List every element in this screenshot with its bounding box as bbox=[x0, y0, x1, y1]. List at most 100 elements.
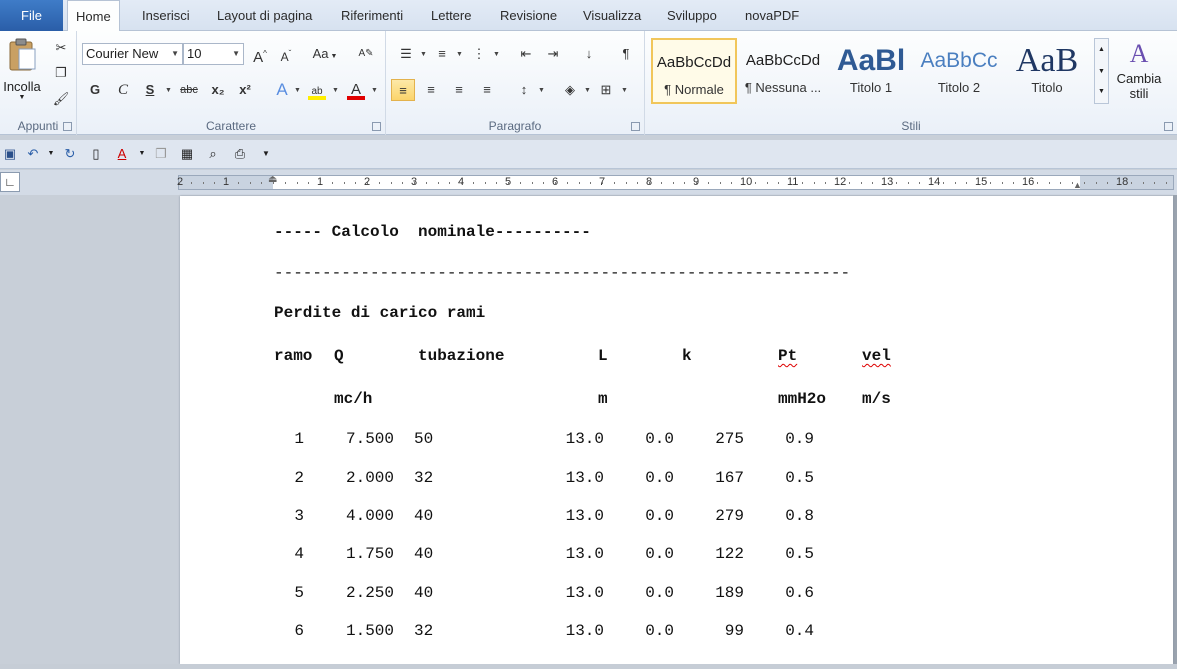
cut-icon[interactable]: ✂ bbox=[49, 37, 73, 59]
dialog-launcher-icon[interactable] bbox=[1164, 122, 1173, 131]
tab-novapdf[interactable]: novaPDF bbox=[737, 0, 807, 31]
tab-references[interactable]: Riferimenti bbox=[333, 0, 411, 31]
borders-icon[interactable]: ⊞ bbox=[594, 79, 618, 101]
style-name: ¶ Nessuna ... bbox=[744, 80, 822, 95]
copy-icon[interactable]: ❐ bbox=[153, 146, 169, 162]
change-styles-label: Cambia stili bbox=[1116, 71, 1162, 101]
italic-button[interactable]: C bbox=[111, 79, 135, 101]
sort-icon[interactable]: ↓ bbox=[577, 43, 601, 65]
ruler-tick bbox=[1119, 182, 1120, 184]
ruler-tick bbox=[731, 182, 732, 184]
customize-toolbar-icon[interactable]: ▼ bbox=[258, 146, 274, 162]
chevron-down-icon[interactable]: ▼ bbox=[538, 87, 545, 94]
font-color-icon[interactable]: A bbox=[114, 146, 130, 162]
redo-icon[interactable]: ↻ bbox=[62, 146, 78, 162]
scrollbar[interactable] bbox=[1173, 195, 1177, 669]
grow-font-button[interactable]: A^ bbox=[248, 43, 272, 66]
tab-view[interactable]: Visualizza bbox=[575, 0, 649, 31]
ruler-tick bbox=[814, 182, 815, 184]
print-icon[interactable]: ⎙ bbox=[232, 146, 248, 162]
font-size-combo[interactable]: 10 ▼ bbox=[183, 43, 244, 65]
style-heading-2[interactable]: AaBbCc Titolo 2 bbox=[916, 38, 1002, 104]
ruler-label: 12 bbox=[834, 176, 847, 188]
superscript-button[interactable]: x² bbox=[233, 79, 257, 101]
multilevel-list-icon[interactable]: ⋮ bbox=[467, 43, 491, 65]
tab-selector-icon[interactable]: ∟ bbox=[0, 172, 20, 192]
strikethrough-button[interactable]: abc bbox=[177, 79, 201, 101]
decrease-indent-icon[interactable]: ⇤ bbox=[514, 43, 538, 65]
copy-icon[interactable]: ❐ bbox=[49, 62, 73, 84]
increase-indent-icon[interactable]: ⇥ bbox=[541, 43, 565, 65]
cell-q: 1.750 bbox=[345, 545, 394, 563]
format-painter-icon[interactable]: 🖌 bbox=[49, 88, 73, 110]
change-case-button[interactable]: Aa ▼ bbox=[310, 43, 340, 65]
justify-icon[interactable]: ≡ bbox=[475, 79, 499, 101]
picture-icon[interactable]: ▦ bbox=[179, 146, 195, 162]
style-name: ¶ Normale bbox=[664, 82, 724, 97]
shrink-font-button[interactable]: Aˇ bbox=[274, 43, 298, 65]
dialog-launcher-icon[interactable] bbox=[63, 122, 72, 131]
align-left-icon[interactable]: ≡ bbox=[391, 79, 415, 101]
chevron-down-icon[interactable]: ▼ bbox=[1095, 61, 1108, 83]
ruler-tick bbox=[496, 182, 497, 184]
save-icon[interactable]: ▣ bbox=[2, 146, 18, 162]
dialog-launcher-icon[interactable] bbox=[631, 122, 640, 131]
ruler-tick bbox=[908, 182, 909, 184]
align-center-icon[interactable]: ≡ bbox=[419, 79, 443, 101]
subscript-button[interactable]: x₂ bbox=[206, 79, 230, 101]
chevron-down-icon[interactable]: ▼ bbox=[621, 87, 628, 94]
indent-marker-icon[interactable]: ⏏ bbox=[268, 174, 277, 185]
chevron-down-icon[interactable]: ▼ bbox=[43, 146, 59, 162]
change-styles-button[interactable]: A Cambia stili bbox=[1114, 37, 1164, 113]
print-preview-icon[interactable]: ⌕ bbox=[205, 146, 221, 162]
tab-file[interactable]: File bbox=[0, 0, 63, 31]
gallery-scroll[interactable]: ▲ ▼ ▼ bbox=[1094, 38, 1109, 104]
tab-home[interactable]: Home bbox=[67, 0, 120, 32]
tab-page-layout[interactable]: Layout di pagina bbox=[209, 0, 320, 31]
new-document-icon[interactable]: ▯ bbox=[88, 146, 104, 162]
underline-button[interactable]: S bbox=[138, 79, 162, 101]
font-color-button[interactable]: A bbox=[344, 79, 368, 101]
right-indent-icon[interactable]: ▲ bbox=[1073, 180, 1082, 190]
tab-mailings[interactable]: Lettere bbox=[423, 0, 479, 31]
paste-button[interactable]: Incolla ▼ bbox=[2, 37, 42, 111]
numbering-icon[interactable]: ≡ bbox=[430, 43, 454, 65]
shading-icon[interactable]: ◈ bbox=[558, 79, 582, 101]
dialog-launcher-icon[interactable] bbox=[372, 122, 381, 131]
clear-formatting-icon[interactable]: A✎ bbox=[354, 43, 378, 65]
chevron-down-icon[interactable]: ▼ bbox=[456, 51, 463, 58]
style-normal[interactable]: AaBbCcDd ¶ Normale bbox=[651, 38, 737, 104]
undo-icon[interactable]: ↶ bbox=[25, 146, 41, 162]
tab-insert[interactable]: Inserisci bbox=[134, 0, 198, 31]
ruler-tick bbox=[837, 182, 838, 184]
ruler-tick bbox=[191, 182, 192, 184]
bold-button[interactable]: G bbox=[83, 79, 107, 101]
chevron-down-icon[interactable]: ▼ bbox=[493, 51, 500, 58]
ruler-tick bbox=[849, 182, 850, 184]
chevron-down-icon[interactable]: ▼ bbox=[584, 87, 591, 94]
gallery-more-icon[interactable]: ▼ bbox=[1095, 83, 1108, 101]
document-page[interactable]: ----- Calcolo nominale---------- -------… bbox=[180, 196, 1173, 664]
chevron-down-icon[interactable]: ▼ bbox=[165, 87, 172, 94]
chevron-down-icon[interactable]: ▼ bbox=[332, 87, 339, 94]
tab-developer[interactable]: Sviluppo bbox=[659, 0, 725, 31]
horizontal-ruler[interactable]: 211234567891011121314151618 ⏏ ▲ bbox=[177, 174, 1174, 190]
text-effects-icon[interactable]: A bbox=[270, 79, 294, 101]
bullets-icon[interactable]: ☰ bbox=[394, 43, 418, 65]
chevron-down-icon[interactable]: ▼ bbox=[134, 146, 150, 162]
highlight-button[interactable]: ab bbox=[305, 79, 329, 101]
line-spacing-icon[interactable]: ↕ bbox=[512, 79, 536, 101]
ruler-tick bbox=[1060, 182, 1061, 184]
chevron-down-icon[interactable]: ▼ bbox=[420, 51, 427, 58]
chevron-up-icon[interactable]: ▲ bbox=[1095, 39, 1108, 61]
chevron-down-icon[interactable]: ▼ bbox=[371, 87, 378, 94]
font-name-combo[interactable]: Courier New ▼ bbox=[82, 43, 183, 65]
align-right-icon[interactable]: ≡ bbox=[447, 79, 471, 101]
header-k: k bbox=[682, 347, 692, 365]
style-title[interactable]: AaB Titolo bbox=[1004, 38, 1090, 104]
style-no-spacing[interactable]: AaBbCcDd ¶ Nessuna ... bbox=[740, 38, 826, 104]
style-heading-1[interactable]: AaBl Titolo 1 bbox=[828, 38, 914, 104]
show-marks-button[interactable]: ¶ bbox=[614, 43, 638, 65]
chevron-down-icon[interactable]: ▼ bbox=[294, 87, 301, 94]
tab-review[interactable]: Revisione bbox=[492, 0, 565, 31]
